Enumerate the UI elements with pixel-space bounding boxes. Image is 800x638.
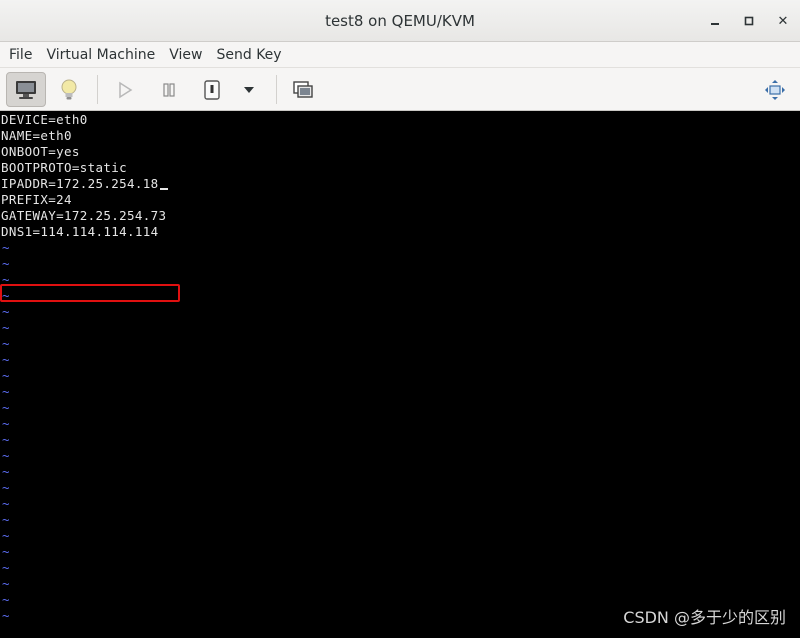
run-button[interactable] [108,72,142,107]
console-line: DNS1=114.114.114.114 [1,224,159,239]
vim-tilde-line: ~ [2,304,10,319]
console-line: BOOTPROTO=static [1,160,128,175]
vm-console[interactable]: DEVICE=eth0 NAME=eth0 ONBOOT=yes BOOTPROTO=… [0,111,800,638]
shutdown-button[interactable] [196,72,228,107]
vim-tilde-line: ~ [2,432,10,447]
menu-view[interactable]: View [162,42,209,68]
console-line: PREFIX=24 [1,192,72,207]
console-line: ONBOOT=yes [1,144,80,159]
shutdown-menu-button[interactable] [234,72,264,107]
close-button[interactable]: ✕ [766,0,800,42]
pause-icon [163,82,175,97]
snapshots-icon [293,80,313,98]
menu-file[interactable]: File [2,42,39,68]
vim-tilde-line: ~ [2,560,10,575]
menu-virtual-machine[interactable]: Virtual Machine [39,42,162,68]
vim-tilde-line: ~ [2,352,10,367]
chevron-down-icon [244,86,254,93]
vim-tilde-line: ~ [2,544,10,559]
vim-tilde-line: ~ [2,368,10,383]
vim-tilde-line: ~ [2,448,10,463]
console-line: NAME=eth0 [1,128,72,143]
lightbulb-icon [61,79,77,99]
vim-tilde-line: ~ [2,384,10,399]
snapshots-button[interactable] [286,72,320,107]
ipaddr-highlight-box [0,284,180,302]
vim-tilde-line: ~ [2,320,10,335]
window-controls: ✕ [698,0,800,42]
menubar: File Virtual Machine View Send Key [0,42,800,68]
maximize-icon [744,16,754,26]
vim-tilde-line: ~ [2,576,10,591]
minimize-icon [711,23,719,25]
vim-tilde-line: ~ [2,480,10,495]
close-icon: ✕ [777,13,789,29]
vim-tilde-line: ~ [2,400,10,415]
window-title: test8 on QEMU/KVM [325,11,475,30]
vim-tilde-line: ~ [2,496,10,511]
console-text: DEVICE=eth0 NAME=eth0 ONBOOT=yes BOOTPROTO=… [1,112,800,240]
text-cursor [159,188,168,190]
vim-tilde-line: ~ [2,240,10,255]
toolbar [0,68,800,111]
play-icon [119,81,133,98]
console-line: IPADDR=172.25.254.18 [1,176,800,192]
monitor-icon [16,80,36,99]
fullscreen-button[interactable] [758,72,792,107]
console-line: GATEWAY=172.25.254.73 [1,208,167,223]
vim-tilde-line: ~ [2,256,10,271]
maximize-button[interactable] [732,0,766,42]
vim-tilde-line: ~ [2,336,10,351]
watermark: CSDN @多于少的区别 [623,608,786,627]
window-titlebar[interactable]: test8 on QEMU/KVM ✕ [0,0,800,42]
fullscreen-icon [765,79,785,100]
pause-button[interactable] [152,72,186,107]
console-line: DEVICE=eth0 [1,112,88,127]
power-icon [204,79,220,100]
details-view-button[interactable] [52,72,86,107]
vim-tilde-line: ~ [2,512,10,527]
menu-send-key[interactable]: Send Key [209,42,288,68]
toolbar-separator [97,75,98,104]
vim-tilde-line: ~ [2,528,10,543]
vim-tilde-line: ~ [2,416,10,431]
toolbar-separator [276,75,277,104]
console-view-button[interactable] [6,72,46,107]
minimize-button[interactable] [698,0,732,42]
vim-tilde-line: ~ [2,464,10,479]
